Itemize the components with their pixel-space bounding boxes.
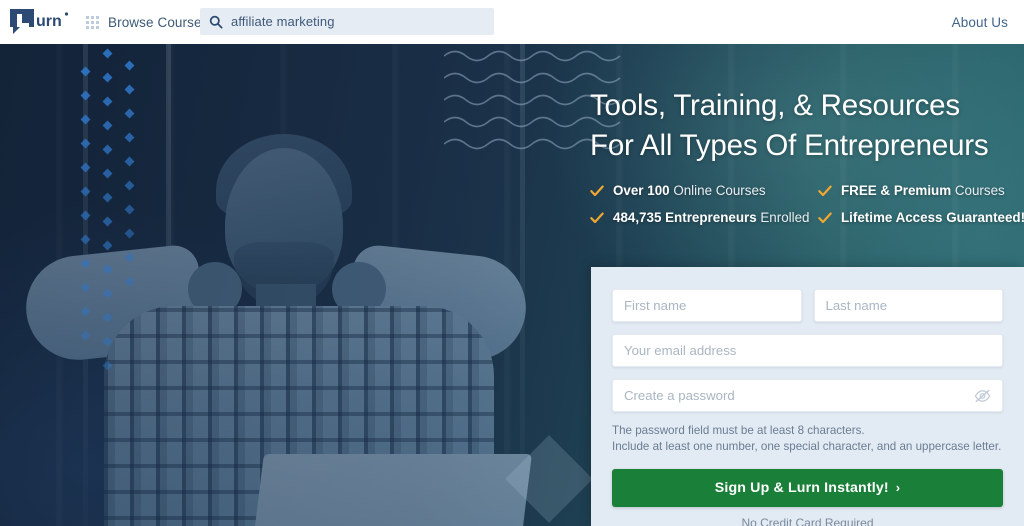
pattern-dot	[124, 132, 135, 143]
last-name-field[interactable]: Last name	[813, 289, 1003, 322]
pattern-dot	[124, 228, 135, 239]
signup-submit-button[interactable]: Sign Up & Lurn Instantly! ›	[612, 468, 1003, 507]
lurn-speech-bubble-logo-icon: urn	[10, 9, 69, 34]
pattern-dot	[80, 210, 91, 221]
nav-browse-courses-label: Browse Courses	[108, 14, 209, 30]
grid-apps-icon	[86, 15, 99, 29]
pattern-dot	[102, 48, 113, 59]
diamond-dot-pattern	[80, 48, 202, 371]
password-hint-line-2: Include at least one number, one special…	[612, 440, 1002, 454]
hero-headline: Tools, Training, & Resources For All Typ…	[590, 86, 1024, 166]
check-icon	[590, 185, 604, 196]
pattern-dot	[124, 84, 135, 95]
check-icon	[590, 212, 604, 223]
hero-headline-line-1: Tools, Training, & Resources	[590, 89, 960, 122]
check-icon	[818, 212, 832, 223]
password-hint-line-1: The password field must be at least 8 ch…	[612, 424, 865, 437]
first-name-placeholder: First name	[624, 298, 687, 313]
search-input[interactable]: affiliate marketing	[200, 8, 494, 35]
hero-feature-item: 484,735 Entrepreneurs Enrolled	[590, 210, 818, 225]
nav-about-us[interactable]: About Us	[952, 15, 1008, 30]
lurn-logo[interactable]: urn	[8, 7, 72, 37]
first-name-field[interactable]: First name	[612, 289, 802, 322]
nav-browse-courses[interactable]: Browse Courses	[86, 15, 208, 30]
pattern-dot	[124, 204, 135, 215]
hero-feature-label: 484,735 Entrepreneurs Enrolled	[613, 210, 810, 225]
hero-feature-label: Over 100 Online Courses	[613, 183, 766, 198]
hero-headline-line-2: For All Types Of Entrepreneurs	[590, 129, 989, 163]
pattern-dot	[102, 192, 113, 203]
password-placeholder: Create a password	[624, 388, 735, 403]
nav-right-group: About Us	[952, 0, 1008, 44]
pattern-dot	[124, 180, 135, 191]
hero-section: Tools, Training, & Resources For All Typ…	[0, 44, 1024, 526]
pattern-dot	[102, 120, 113, 131]
hero-feature-item: Lifetime Access Guaranteed!	[818, 210, 1024, 225]
pattern-dot	[102, 216, 113, 227]
pattern-dot	[80, 138, 91, 149]
hero-feature-list: Over 100 Online Courses FREE & Premium Co…	[590, 177, 1024, 231]
pattern-dot	[80, 114, 91, 125]
password-requirements: The password field must be at least 8 ch…	[612, 423, 1003, 456]
name-fields-row: First name Last name	[612, 289, 1003, 322]
pattern-dot	[102, 144, 113, 155]
hero-feature-label: Lifetime Access Guaranteed!	[841, 210, 1024, 225]
signup-form-panel: First name Last name Your email address …	[591, 267, 1024, 526]
hero-feature-item: FREE & Premium Courses	[818, 183, 1024, 198]
pattern-dot	[80, 186, 91, 197]
hero-feature-item: Over 100 Online Courses	[590, 183, 818, 198]
last-name-placeholder: Last name	[825, 298, 888, 313]
pattern-dot	[102, 72, 113, 83]
hero-feature-label: FREE & Premium Courses	[841, 183, 1005, 198]
no-credit-card-note: No Credit Card Required	[741, 515, 874, 526]
password-field[interactable]: Create a password	[612, 379, 1003, 412]
email-placeholder: Your email address	[624, 343, 737, 358]
pattern-dot	[80, 90, 91, 101]
check-icon	[818, 185, 832, 196]
search-input-value: affiliate marketing	[231, 14, 335, 29]
svg-text:urn: urn	[36, 13, 62, 30]
chevron-right-icon: ›	[895, 480, 901, 496]
search-icon	[209, 15, 223, 28]
pattern-dot	[80, 162, 91, 173]
eye-slash-icon[interactable]	[974, 389, 991, 403]
email-field[interactable]: Your email address	[612, 334, 1003, 367]
pattern-dot	[80, 66, 91, 77]
pattern-dot	[102, 168, 113, 179]
pattern-dot	[102, 96, 113, 107]
pattern-dot	[124, 60, 135, 71]
signup-submit-label: Sign Up & Lurn Instantly!	[714, 479, 889, 496]
pattern-dot	[124, 108, 135, 119]
top-navigation-bar: urn Browse Courses affiliate marketing A…	[0, 0, 1024, 44]
pattern-dot	[124, 156, 135, 167]
